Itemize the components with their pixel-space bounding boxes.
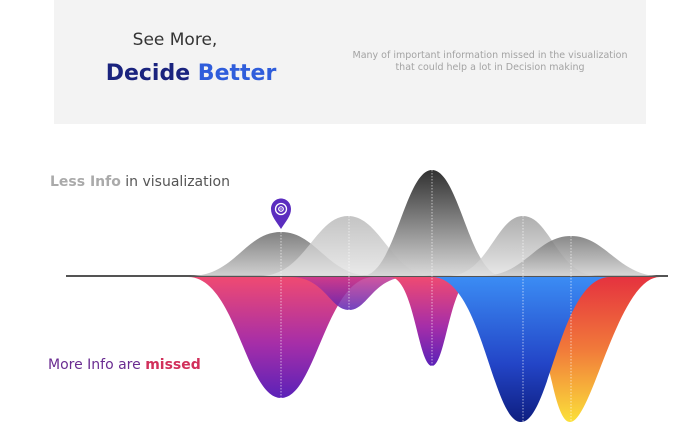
less-info-rest: in visualization — [120, 174, 230, 190]
target-location-pin-icon — [271, 198, 291, 229]
more-info-highlight: missed — [145, 357, 201, 373]
info-visualization — [66, 170, 668, 422]
less-info-highlight: Less Info — [50, 174, 121, 190]
less-info-label: Less Info in visualization — [50, 174, 230, 190]
more-info-label: More Info are missed — [48, 357, 201, 373]
more-info-start: More Info are — [48, 357, 146, 373]
